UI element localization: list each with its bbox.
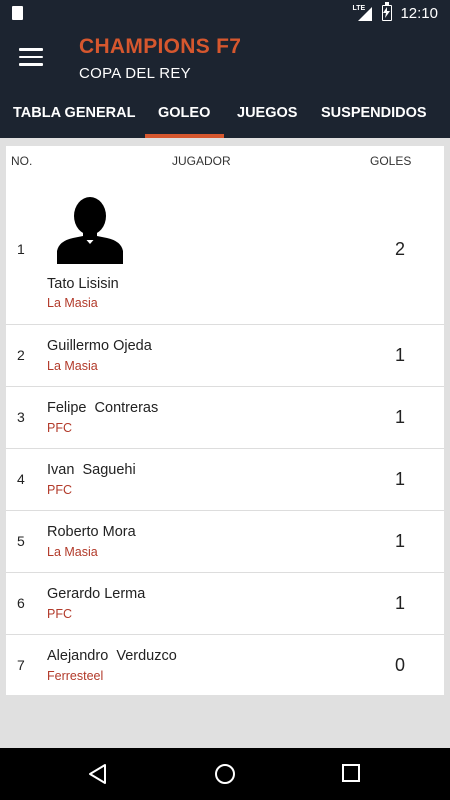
player-name: Roberto Mora — [47, 524, 136, 540]
tab-suspendidos[interactable]: SUSPENDIDOS — [321, 105, 427, 121]
table-row[interactable]: 2 Guillermo Ojeda La Masia 1 — [6, 324, 444, 386]
active-tab-indicator — [145, 134, 224, 138]
scorers-table: NO. JUGADOR GOLES 1 Tato Lisisin La Masi… — [6, 146, 444, 695]
table-row[interactable]: 5 Roberto Mora La Masia 1 — [6, 510, 444, 572]
player-name: Felipe Contreras — [47, 400, 159, 416]
player-name: Guillermo Ojeda — [47, 338, 152, 354]
team-name: PFC — [47, 607, 72, 621]
header-player: JUGADOR — [172, 154, 231, 168]
team-name: La Masia — [47, 359, 98, 373]
system-nav-bar — [0, 748, 450, 800]
goal-count: 1 — [395, 469, 406, 489]
app-bar: CHAMPIONS F7 COPA DEL REY TABLA GENERAL … — [0, 26, 450, 138]
row-number: 5 — [17, 533, 25, 549]
goal-count: 1 — [395, 531, 406, 551]
status-clock: 12:10 — [400, 4, 438, 22]
sd-card-icon — [12, 6, 23, 20]
goal-count: 2 — [395, 239, 406, 259]
row-number: 3 — [17, 409, 25, 425]
lte-signal-icon: LTE — [352, 5, 374, 21]
team-name: La Masia — [47, 545, 98, 559]
team-name: Ferresteel — [47, 669, 104, 683]
player-name: Gerardo Lerma — [47, 586, 146, 602]
player-silhouette-icon — [57, 197, 123, 264]
tab-goleo[interactable]: GOLEO — [158, 105, 210, 121]
table-row[interactable]: 4 Ivan Saguehi PFC 1 — [6, 448, 444, 510]
hamburger-menu-icon[interactable] — [19, 48, 43, 68]
status-bar: LTE 12:10 — [0, 0, 450, 26]
tab-tabla-general[interactable]: TABLA GENERAL — [13, 105, 135, 121]
team-name: La Masia — [47, 296, 98, 310]
table-row[interactable]: 7 Alejandro Verduzco Ferresteel 0 — [6, 634, 444, 695]
table-row[interactable]: 3 Felipe Contreras PFC 1 — [6, 386, 444, 448]
player-name: Tato Lisisin — [47, 276, 119, 292]
app-subtitle: COPA DEL REY — [79, 65, 191, 82]
home-icon[interactable] — [214, 763, 236, 785]
header-goals: GOLES — [370, 154, 412, 168]
team-name: PFC — [47, 483, 72, 497]
team-name: PFC — [47, 421, 72, 435]
goal-count: 1 — [395, 407, 406, 427]
row-number: 1 — [17, 241, 25, 257]
recents-icon[interactable] — [341, 763, 361, 783]
app-title: CHAMPIONS F7 — [79, 35, 242, 58]
goal-count: 1 — [395, 345, 406, 365]
player-name: Alejandro Verduzco — [47, 648, 177, 664]
battery-charging-icon — [382, 2, 393, 21]
table-row[interactable]: 1 Tato Lisisin La Masia 2 — [6, 176, 444, 324]
tab-juegos[interactable]: JUEGOS — [237, 105, 297, 121]
row-number: 4 — [17, 471, 25, 487]
goal-count: 1 — [395, 593, 406, 613]
table-header: NO. JUGADOR GOLES — [6, 146, 444, 176]
row-number: 6 — [17, 595, 25, 611]
table-row[interactable]: 6 Gerardo Lerma PFC 1 — [6, 572, 444, 634]
player-name: Ivan Saguehi — [47, 462, 136, 478]
row-number: 2 — [17, 347, 25, 363]
header-no: NO. — [11, 154, 33, 168]
back-icon[interactable] — [88, 763, 108, 785]
row-number: 7 — [17, 657, 25, 673]
tab-bar: TABLA GENERAL GOLEO JUEGOS SUSPENDIDOS — [0, 100, 450, 138]
goal-count: 0 — [395, 655, 406, 675]
